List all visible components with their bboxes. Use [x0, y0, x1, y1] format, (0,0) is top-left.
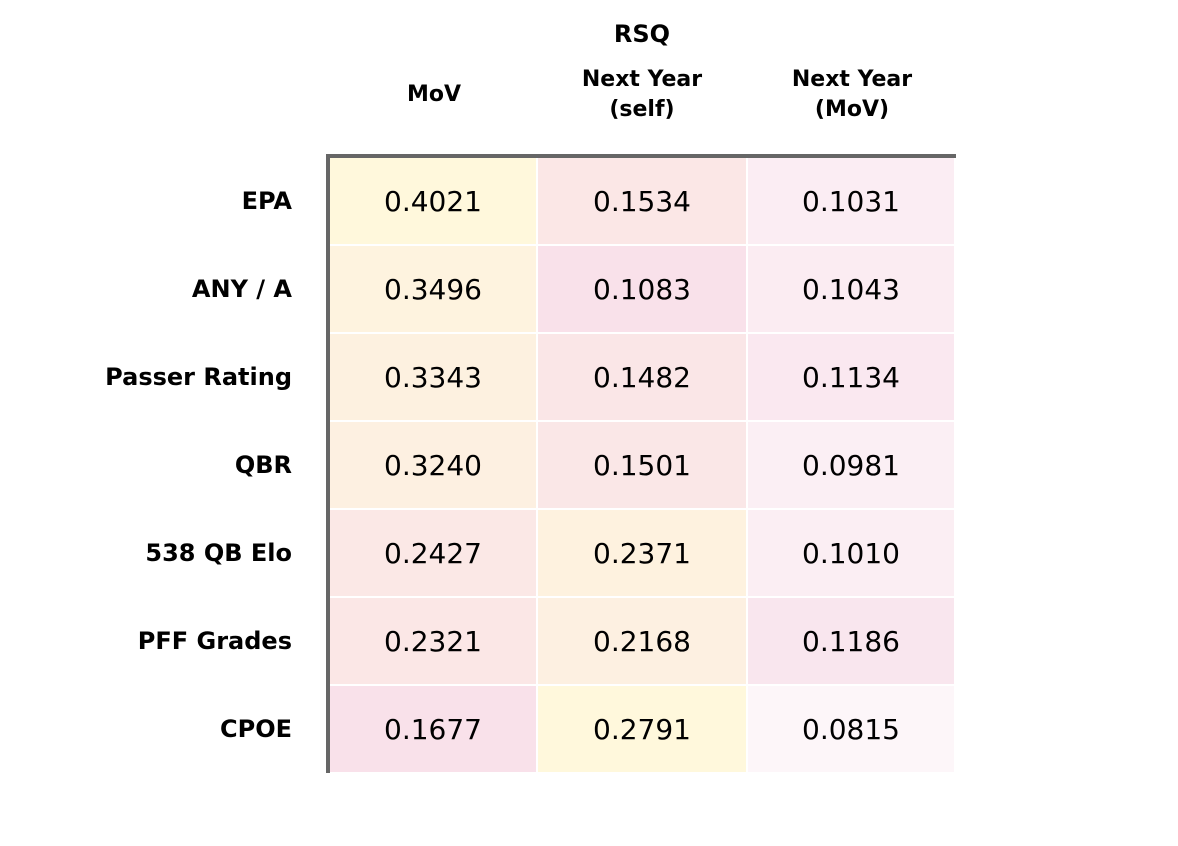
row-label: Passer Rating: [105, 363, 292, 391]
row-label: PFF Grades: [137, 627, 292, 655]
heatmap-cell: 0.2791: [538, 686, 748, 774]
row-label: EPA: [241, 187, 292, 215]
heatmap-cell: 0.1031: [748, 158, 956, 246]
column-header-next-year-mov: Next Year (MoV): [791, 67, 913, 122]
heatmap-cell: 0.2168: [538, 598, 748, 686]
row-label: CPOE: [220, 715, 292, 743]
heatmap-cell: 0.3343: [330, 334, 538, 422]
heatmap-cell: 0.1482: [538, 334, 748, 422]
heatmap-cell: 0.1534: [538, 158, 748, 246]
heatmap-cell: 0.4021: [330, 158, 538, 246]
row-label: QBR: [234, 451, 292, 479]
heatmap-cell: 0.1010: [748, 510, 956, 598]
heatmap-cell: 0.1083: [538, 246, 748, 334]
group-title-rsq: RSQ: [613, 20, 671, 48]
row-label: 538 QB Elo: [145, 539, 292, 567]
heatmap-cell: 0.2321: [330, 598, 538, 686]
heatmap-grid: 0.4021 0.1534 0.1031 0.3496 0.1083 0.1043 0.33…: [326, 154, 956, 774]
heatmap-cell: 0.2427: [330, 510, 538, 598]
heatmap-cell: 0.1677: [330, 686, 538, 774]
heatmap-cell: 0.1501: [538, 422, 748, 510]
column-header-next-year-self: Next Year (self): [581, 67, 703, 122]
column-header-mov: MoV: [406, 82, 462, 107]
heatmap-cell: 0.1134: [748, 334, 956, 422]
heatmap-cell: 0.0815: [748, 686, 956, 774]
heatmap-cell: 0.0981: [748, 422, 956, 510]
row-label: ANY / A: [191, 275, 292, 303]
heatmap-cell: 0.2371: [538, 510, 748, 598]
heatmap-cell: 0.1186: [748, 598, 956, 686]
heatmap-cell: 0.1043: [748, 246, 956, 334]
heatmap-cell: 0.3240: [330, 422, 538, 510]
heatmap-cell: 0.3496: [330, 246, 538, 334]
